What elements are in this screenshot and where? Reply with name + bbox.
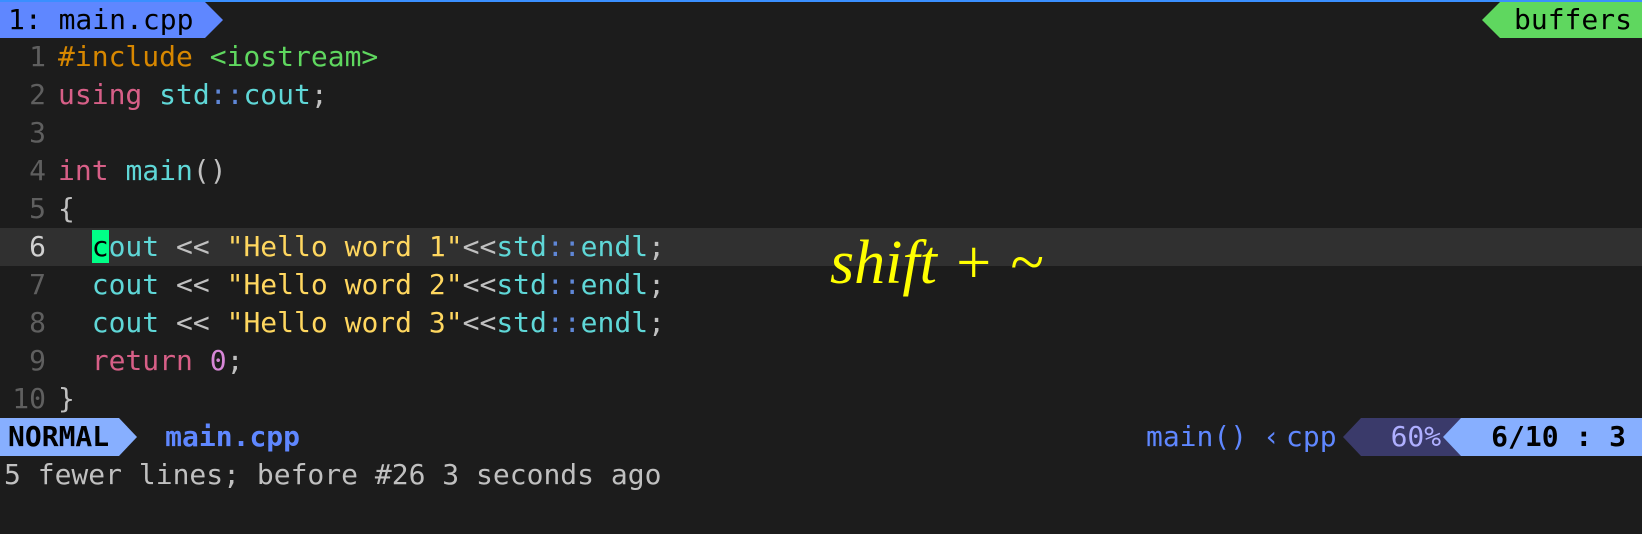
editor-viewport[interactable]: shift + ~ 1#include <iostream>2using std…	[0, 38, 1642, 418]
code-line[interactable]: 9 return 0;	[0, 342, 1642, 380]
code-content: return 0;	[58, 342, 1642, 380]
code-content: cout << "Hello word 3"<<std::endl;	[58, 304, 1642, 342]
line-number: 4	[0, 152, 58, 190]
code-content: }	[58, 380, 1642, 418]
line-number: 9	[0, 342, 58, 380]
code-line[interactable]: 8 cout << "Hello word 3"<<std::endl;	[0, 304, 1642, 342]
code-content: cout << "Hello word 1"<<std::endl;	[58, 228, 1642, 266]
code-content: {	[58, 190, 1642, 228]
tab-bar: 1: main.cpp buffers	[0, 0, 1642, 38]
code-line[interactable]: 4int main()	[0, 152, 1642, 190]
line-number: 8	[0, 304, 58, 342]
line-number: 3	[0, 114, 58, 152]
code-content: int main()	[58, 152, 1642, 190]
tab-right-group: buffers	[1500, 2, 1642, 38]
line-number: 7	[0, 266, 58, 304]
line-number: 1	[0, 38, 58, 76]
statusline-filename: main.cpp	[119, 418, 300, 456]
line-number: 10	[0, 380, 58, 418]
code-content	[58, 114, 1642, 152]
line-number: 2	[0, 76, 58, 114]
code-line[interactable]: 7 cout << "Hello word 2"<<std::endl;	[0, 266, 1642, 304]
tab-left-group: 1: main.cpp	[0, 2, 205, 38]
command-line: 5 fewer lines; before #26 3 seconds ago	[0, 456, 1642, 494]
line-number: 6	[0, 228, 58, 266]
code-content: cout << "Hello word 2"<<std::endl;	[58, 266, 1642, 304]
code-line[interactable]: 6 cout << "Hello word 1"<<std::endl;	[0, 228, 1642, 266]
line-number: 5	[0, 190, 58, 228]
chevron-left-icon: ‹	[1257, 418, 1286, 456]
statusline-spacer	[300, 418, 1146, 456]
code-line[interactable]: 3	[0, 114, 1642, 152]
mode-indicator: NORMAL	[0, 418, 119, 456]
code-line[interactable]: 5{	[0, 190, 1642, 228]
statusline-position: 6/10 : 3	[1461, 418, 1642, 456]
code-line[interactable]: 1#include <iostream>	[0, 38, 1642, 76]
buffers-badge[interactable]: buffers	[1500, 2, 1642, 38]
code-line[interactable]: 2using std::cout;	[0, 76, 1642, 114]
code-line[interactable]: 10}	[0, 380, 1642, 418]
statusline: NORMAL main.cpp main() ‹ cpp 60% 6/10 : …	[0, 418, 1642, 456]
code-content: using std::cout;	[58, 76, 1642, 114]
code-content: #include <iostream>	[58, 38, 1642, 76]
buffer-tab[interactable]: 1: main.cpp	[0, 2, 205, 38]
statusline-function: main()	[1146, 418, 1257, 456]
